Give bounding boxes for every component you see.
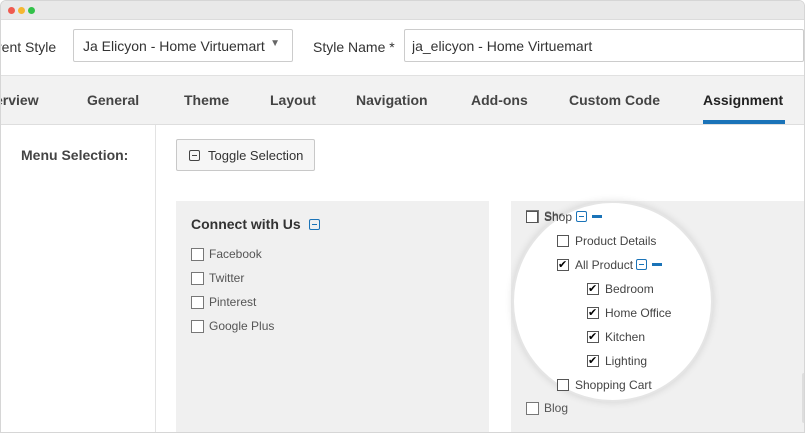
active-tab-indicator xyxy=(703,120,785,124)
menu-selection-label: Menu Selection: xyxy=(21,147,129,163)
tab-navigation[interactable]: Navigation xyxy=(356,92,428,108)
menu-item-label: Facebook xyxy=(209,247,262,261)
menu-item-checkbox[interactable] xyxy=(587,282,599,295)
menu-item-checkbox[interactable] xyxy=(557,258,569,271)
collapse-group-icon[interactable] xyxy=(576,211,587,222)
parent-style-label: rent Style xyxy=(0,39,57,55)
expand-dash-icon xyxy=(652,263,662,266)
collapse-group-icon[interactable] xyxy=(309,219,320,230)
label-column: Menu Selection: xyxy=(1,125,156,432)
style-name-label: Style Name * xyxy=(313,39,395,55)
tab-bar: erview General Theme Layout Navigation A… xyxy=(1,75,804,125)
browser-window: rent Style Ja Elicyon - Home Virtuemart … xyxy=(0,0,805,433)
tab-general[interactable]: General xyxy=(87,92,139,108)
menu-item-checkbox[interactable] xyxy=(587,330,599,343)
maximize-window-icon[interactable] xyxy=(28,7,35,14)
menu-item-label: Google Plus xyxy=(209,319,275,333)
menu-group-title: Connect with Us xyxy=(191,216,301,232)
parent-style-select[interactable]: Ja Elicyon - Home Virtuemart ▼ xyxy=(73,29,293,62)
minimize-window-icon[interactable] xyxy=(18,7,25,14)
menu-item-checkbox[interactable] xyxy=(526,402,539,415)
tab-custom-code[interactable]: Custom Code xyxy=(569,92,660,108)
menu-group-connect: Connect with Us Facebook Twitter Pintere… xyxy=(176,201,489,432)
menu-item-label: Twitter xyxy=(209,271,245,285)
menu-item-checkbox[interactable] xyxy=(587,306,599,319)
menu-item-label: Product Details xyxy=(575,234,657,248)
menu-item-checkbox[interactable] xyxy=(557,379,569,391)
menu-item-label: Kitchen xyxy=(605,330,646,344)
title-bar xyxy=(1,1,804,20)
menu-item-label: Blog xyxy=(544,401,569,415)
dropdown-caret-icon: ▼ xyxy=(270,38,280,49)
menu-item-checkbox[interactable] xyxy=(191,296,204,309)
menu-item-label: Shop xyxy=(544,210,573,224)
menu-item-checkbox[interactable] xyxy=(587,354,599,367)
toggle-selection-label: Toggle Selection xyxy=(208,148,304,163)
close-window-icon[interactable] xyxy=(8,7,15,14)
menu-item-checkbox[interactable] xyxy=(557,235,569,247)
tab-assignment[interactable]: Assignment xyxy=(703,92,783,108)
tab-layout[interactable]: Layout xyxy=(270,92,316,108)
collapse-icon xyxy=(189,150,200,161)
menu-item-checkbox[interactable] xyxy=(191,320,204,333)
tab-add-ons[interactable]: Add-ons xyxy=(471,92,528,108)
toggle-selection-button[interactable]: Toggle Selection xyxy=(176,139,315,171)
collapse-group-icon[interactable] xyxy=(636,259,647,270)
style-name-input[interactable] xyxy=(404,29,804,62)
menu-item-checkbox[interactable] xyxy=(191,272,204,285)
menu-item-label: Pinterest xyxy=(209,295,257,309)
style-settings-row: rent Style Ja Elicyon - Home Virtuemart … xyxy=(0,20,804,74)
tab-theme[interactable]: Theme xyxy=(184,92,229,108)
tab-overview[interactable]: erview xyxy=(1,92,39,108)
menu-item-label: Shopping Cart xyxy=(575,378,652,392)
magnifier-callout: Shop Product Details All Product Bedroom… xyxy=(512,201,713,402)
parent-style-value: Ja Elicyon - Home Virtuemart xyxy=(83,38,265,54)
menu-item-checkbox[interactable] xyxy=(526,211,538,223)
menu-item-label: Bedroom xyxy=(605,282,654,296)
menu-item-label: Home Office xyxy=(605,306,672,320)
menu-item-checkbox[interactable] xyxy=(191,248,204,261)
expand-dash-icon xyxy=(592,215,602,218)
menu-item-label: All Product xyxy=(575,258,634,272)
menu-item-label: Lighting xyxy=(605,354,648,368)
